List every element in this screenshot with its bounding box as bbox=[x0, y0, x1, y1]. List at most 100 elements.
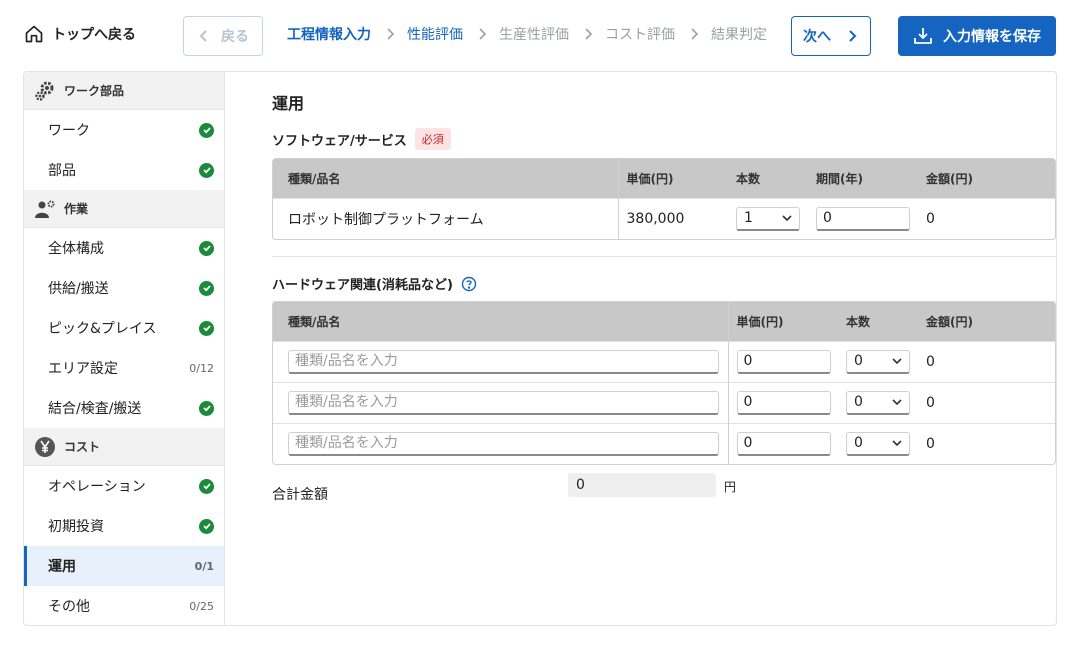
quantity-value: 1 bbox=[744, 210, 753, 227]
save-button[interactable]: 入力情報を保存 bbox=[898, 16, 1056, 56]
sidebar-item-initial-investment[interactable]: 初期投資 bbox=[24, 506, 224, 546]
content-frame: ワーク部品 ワーク 部品 作業 全体構成 供給/搬送 ピック&プレイス エリア設… bbox=[23, 71, 1057, 626]
sidebar-item-label: オペレーション bbox=[48, 479, 146, 495]
column-header: 金額(円) bbox=[918, 302, 1055, 341]
total-label: 合計金額 bbox=[272, 487, 328, 503]
check-circle-icon bbox=[199, 280, 214, 296]
check-circle-icon bbox=[199, 400, 214, 416]
quantity-select[interactable]: 0 bbox=[846, 349, 910, 374]
next-button[interactable]: 次へ bbox=[791, 16, 871, 56]
chevron-down-icon bbox=[892, 358, 902, 365]
gears-icon bbox=[34, 80, 56, 102]
column-header: 金額(円) bbox=[918, 159, 1055, 198]
divider bbox=[272, 256, 1056, 257]
column-header: 期間(年) bbox=[808, 159, 918, 198]
table-row: 0 0 bbox=[273, 422, 1055, 464]
chevron-right-icon bbox=[691, 28, 699, 40]
progress-count: 0/25 bbox=[189, 599, 214, 613]
check-circle-icon bbox=[199, 122, 214, 138]
sidebar-item-operation[interactable]: オペレーション bbox=[24, 466, 224, 506]
table-header-row: 種類/品名 単価(円) 本数 金額(円) bbox=[273, 302, 1055, 341]
quantity-select[interactable]: 0 bbox=[846, 390, 910, 415]
unit-price-input[interactable] bbox=[736, 390, 831, 415]
column-header: 本数 bbox=[728, 159, 808, 198]
sidebar-item-parts[interactable]: 部品 bbox=[24, 150, 224, 190]
table-row: 0 0 bbox=[273, 340, 1055, 382]
sidebar: ワーク部品 ワーク 部品 作業 全体構成 供給/搬送 ピック&プレイス エリア設… bbox=[24, 72, 225, 625]
total-unit: 円 bbox=[724, 480, 737, 494]
quantity-value: 0 bbox=[854, 353, 863, 369]
qty-cell: 1 bbox=[728, 197, 808, 239]
item-name-input[interactable] bbox=[288, 390, 719, 415]
quantity-select[interactable]: 0 bbox=[846, 431, 910, 456]
column-header: 種類/品名 bbox=[273, 159, 619, 198]
sidebar-group-label: ワーク部品 bbox=[64, 84, 125, 98]
software-label: ソフトウェア/サービス bbox=[272, 133, 407, 149]
sidebar-item-area[interactable]: エリア設定 0/12 bbox=[24, 348, 224, 388]
column-header: 単価(円) bbox=[728, 302, 838, 341]
period-input[interactable] bbox=[816, 206, 910, 231]
yen-icon bbox=[34, 436, 56, 458]
step-process-input[interactable]: 工程情報入力 bbox=[287, 24, 371, 44]
name-cell bbox=[273, 340, 729, 382]
home-link[interactable]: トップへ戻る bbox=[24, 24, 136, 44]
total-value: 0 bbox=[568, 473, 716, 497]
sidebar-group-work-parts: ワーク部品 bbox=[24, 72, 224, 110]
column-header: 本数 bbox=[838, 302, 918, 341]
progress-count: 0/1 bbox=[194, 559, 214, 573]
back-button[interactable]: 戻る bbox=[183, 16, 263, 56]
step-performance[interactable]: 性能評価 bbox=[407, 24, 463, 44]
quantity-value: 0 bbox=[854, 435, 863, 452]
qty-cell: 0 bbox=[838, 340, 918, 382]
hardware-table: 種類/品名 単価(円) 本数 金額(円) 0 bbox=[272, 301, 1056, 465]
sidebar-item-join[interactable]: 結合/検査/搬送 bbox=[24, 388, 224, 428]
sidebar-item-pick-place[interactable]: ピック&プレイス bbox=[24, 308, 224, 348]
chevron-down-icon bbox=[892, 440, 902, 447]
amount: 0 bbox=[918, 381, 1055, 423]
sidebar-group-label: 作業 bbox=[64, 202, 89, 216]
amount: 0 bbox=[918, 197, 1055, 239]
item-name-input[interactable] bbox=[288, 349, 719, 374]
unit-price-input[interactable] bbox=[736, 349, 831, 374]
sidebar-item-other[interactable]: その他 0/25 bbox=[24, 586, 224, 625]
required-badge: 必須 bbox=[414, 128, 451, 150]
quantity-value: 0 bbox=[854, 394, 863, 410]
qty-cell: 0 bbox=[838, 381, 918, 423]
sidebar-item-label: 初期投資 bbox=[48, 519, 104, 535]
sidebar-item-label: 供給/搬送 bbox=[48, 281, 109, 297]
check-circle-icon bbox=[199, 478, 214, 494]
unit-price: 380,000 bbox=[618, 197, 728, 239]
help-icon[interactable] bbox=[461, 276, 477, 292]
chevron-right-icon bbox=[479, 28, 487, 40]
check-circle-icon bbox=[199, 240, 214, 256]
sidebar-item-label: 運用 bbox=[48, 559, 76, 575]
chevron-right-icon bbox=[387, 28, 395, 40]
sidebar-item-work[interactable]: ワーク bbox=[24, 110, 224, 150]
worker-icon bbox=[34, 198, 56, 220]
sidebar-item-label: 部品 bbox=[48, 163, 76, 179]
column-header: 種類/品名 bbox=[273, 302, 729, 341]
sidebar-item-label: ピック&プレイス bbox=[48, 321, 157, 337]
main-panel: 運用 ソフトウェア/サービス 必須 種類/品名 単価(円) 本数 期間(年) 金… bbox=[248, 72, 1056, 625]
sidebar-item-operation-running[interactable]: 運用 0/1 bbox=[24, 546, 224, 586]
save-button-label: 入力情報を保存 bbox=[943, 29, 1041, 45]
download-icon bbox=[914, 28, 932, 44]
price-cell bbox=[728, 381, 838, 423]
progress-count: 0/12 bbox=[189, 361, 214, 375]
chevron-right-icon bbox=[585, 28, 593, 40]
sidebar-item-overall[interactable]: 全体構成 bbox=[24, 228, 224, 268]
name-cell bbox=[273, 422, 729, 464]
quantity-select[interactable]: 1 bbox=[736, 206, 800, 231]
item-name-input[interactable] bbox=[288, 431, 719, 456]
item-name: ロボット制御プラットフォーム bbox=[273, 197, 619, 239]
unit-price-input[interactable] bbox=[736, 431, 831, 456]
amount: 0 bbox=[918, 422, 1055, 464]
hardware-label: ハードウェア関連(消耗品など) bbox=[272, 278, 453, 293]
chevron-down-icon bbox=[782, 215, 792, 222]
chevron-down-icon bbox=[892, 399, 902, 406]
sidebar-group-label: コスト bbox=[64, 440, 101, 454]
table-row: 0 0 bbox=[273, 381, 1055, 423]
total-row: 合計金額 0 円 bbox=[272, 473, 736, 504]
sidebar-item-supply[interactable]: 供給/搬送 bbox=[24, 268, 224, 308]
period-cell bbox=[808, 197, 918, 239]
